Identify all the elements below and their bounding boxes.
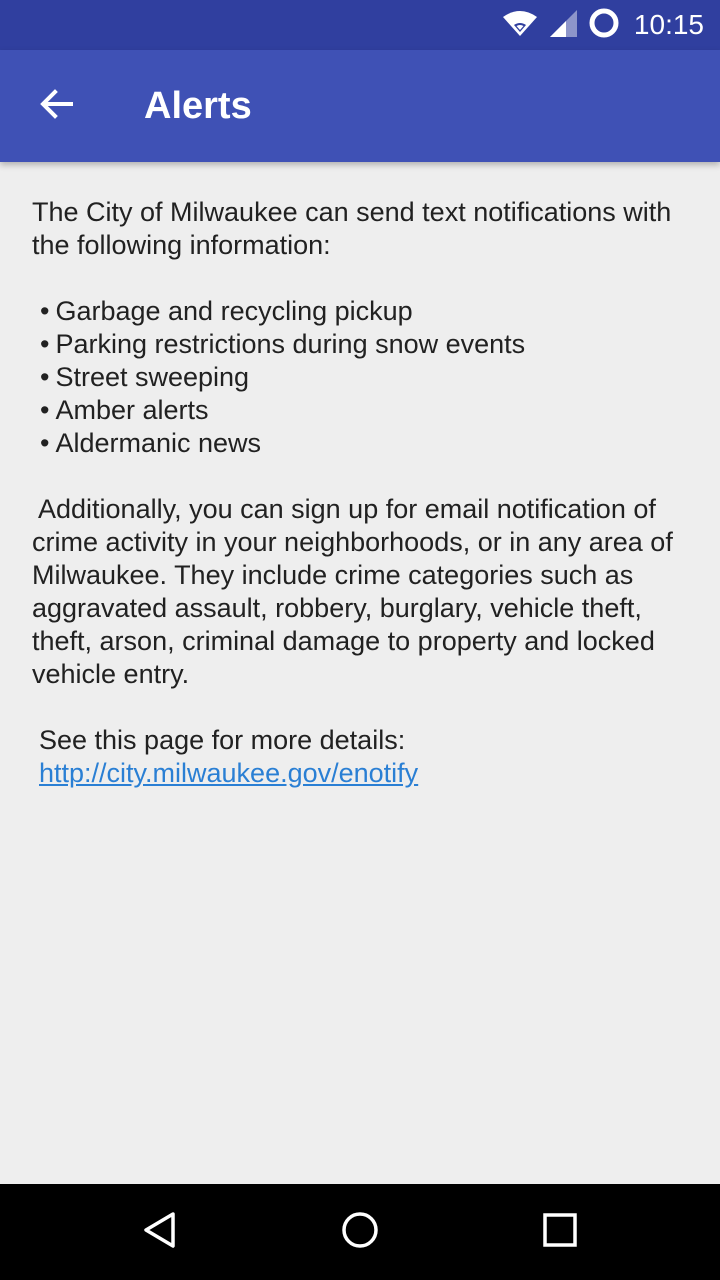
recents-square-icon: [540, 1210, 580, 1255]
cell-signal-icon: [548, 8, 578, 43]
nav-back-button[interactable]: [128, 1200, 192, 1264]
nav-home-button[interactable]: [328, 1200, 392, 1264]
details-section: See this page for more details: http://c…: [32, 724, 696, 790]
nav-recents-button[interactable]: [528, 1200, 592, 1264]
sync-icon: [588, 7, 620, 44]
intro-text: The City of Milwaukee can send text noti…: [32, 197, 672, 260]
list-item: Aldermanic news: [40, 427, 696, 460]
back-button[interactable]: [28, 78, 84, 134]
wifi-icon: [502, 9, 538, 42]
list-item: Garbage and recycling pickup: [40, 295, 696, 328]
status-icons: 10:15: [502, 0, 704, 50]
home-circle-icon: [340, 1210, 380, 1255]
alerts-content: The City of Milwaukee can send text noti…: [32, 196, 696, 790]
details-label: See this page for more details:: [39, 725, 406, 755]
status-bar: 10:15: [0, 0, 720, 50]
back-triangle-icon: [140, 1210, 180, 1255]
list-item: Amber alerts: [40, 394, 696, 427]
status-time: 10:15: [633, 9, 704, 40]
navigation-bar: [0, 1184, 720, 1280]
crime-notification-text: Additionally, you can sign up for email …: [32, 494, 673, 689]
list-item: Parking restrictions during snow events: [40, 328, 696, 361]
notification-list: Garbage and recycling pickup Parking res…: [32, 295, 696, 460]
enotify-link[interactable]: http://city.milwaukee.gov/enotify: [39, 758, 418, 788]
arrow-back-icon: [38, 86, 74, 127]
page-title: Alerts: [144, 85, 252, 127]
list-item: Street sweeping: [40, 361, 696, 394]
app-bar: Alerts: [0, 50, 720, 162]
